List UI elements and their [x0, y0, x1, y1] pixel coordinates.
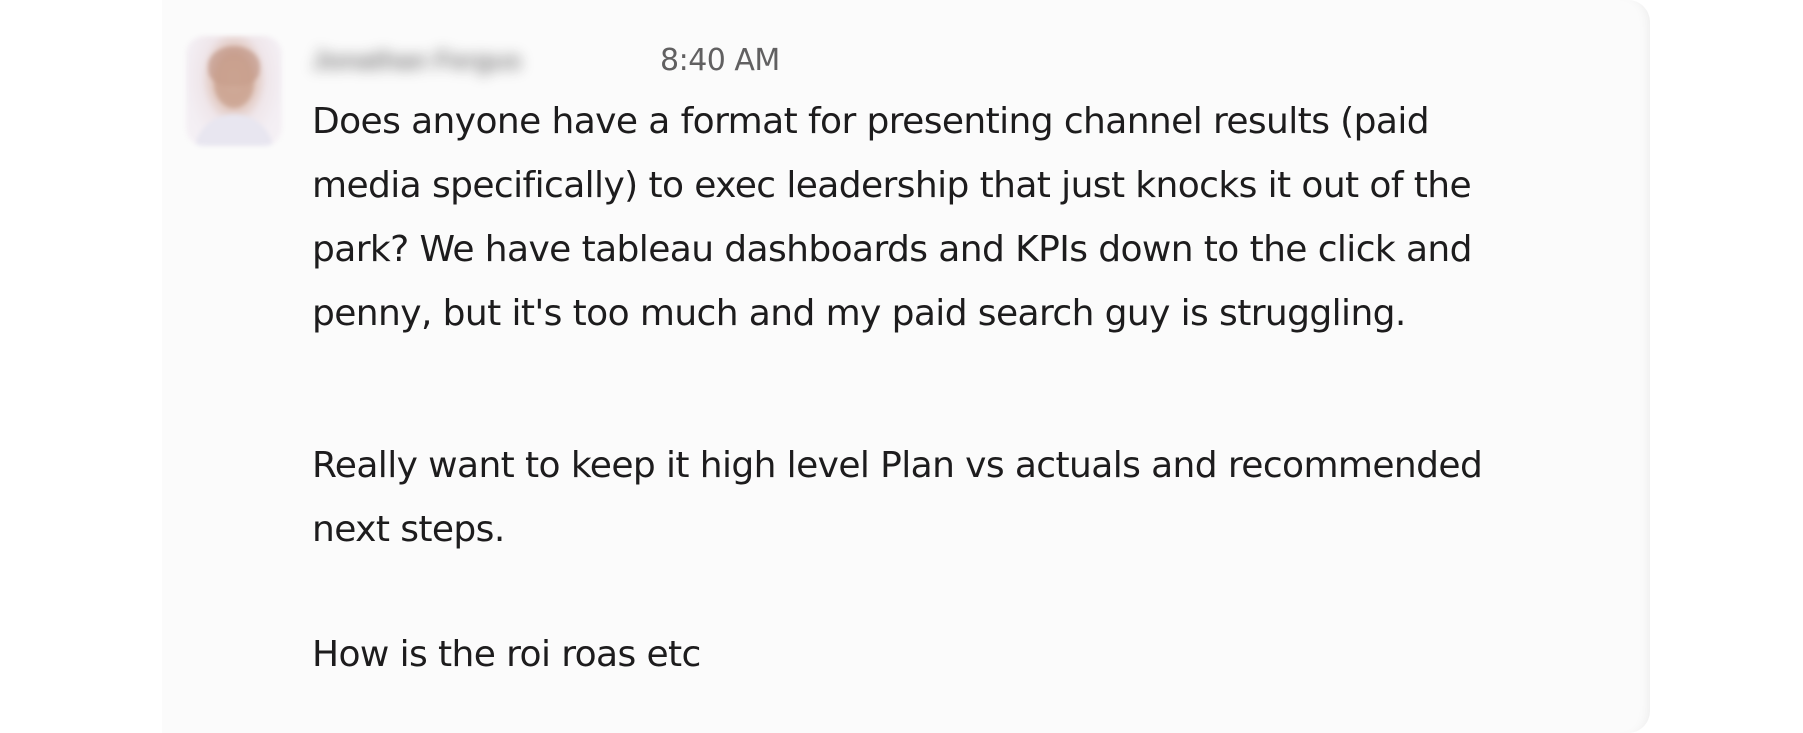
avatar-body	[194, 114, 274, 146]
chat-canvas: Jonathan Fergus 8:40 AM Does anyone have…	[0, 0, 1803, 733]
message-paragraph: Really want to keep it high level Plan v…	[312, 445, 1483, 550]
message-timestamp[interactable]: 8:40 AM	[660, 43, 780, 78]
message-body: Does anyone have a format for presenting…	[312, 90, 1612, 687]
message-paragraph: How is the roi roas etc	[312, 634, 701, 675]
avatar-head	[214, 58, 254, 108]
message-header: Jonathan Fergus 8:40 AM	[312, 40, 780, 80]
message-paragraph: Does anyone have a format for presenting…	[312, 101, 1473, 334]
avatar[interactable]	[186, 36, 282, 146]
sender-name[interactable]: Jonathan Fergus	[312, 42, 638, 78]
